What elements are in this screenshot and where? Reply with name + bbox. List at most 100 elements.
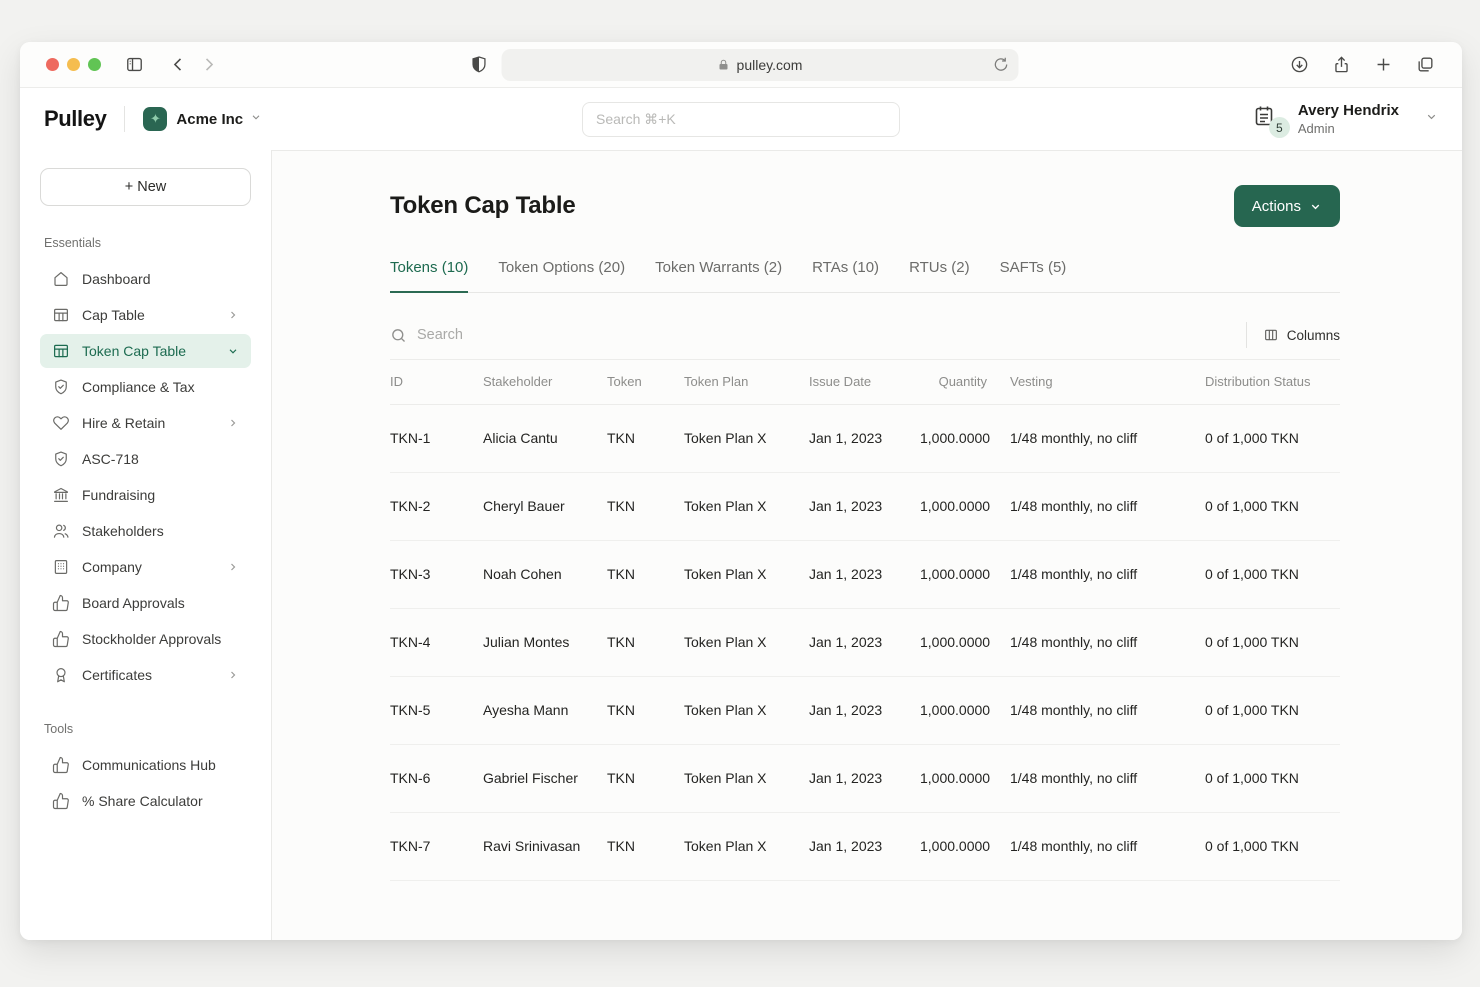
columns-icon xyxy=(1263,327,1279,343)
cell-distribution-status: 0 of 1,000 TKN xyxy=(1205,472,1340,540)
cell-quantity: 1,000.0000 xyxy=(920,744,1010,812)
tab-safts-5[interactable]: SAFTs (5) xyxy=(1000,259,1067,292)
tab-token-options-20[interactable]: Token Options (20) xyxy=(498,259,625,292)
sidebar-item-label: Board Approvals xyxy=(82,595,239,611)
cell-vesting: 1/48 monthly, no cliff xyxy=(1010,676,1205,744)
lock-icon xyxy=(718,58,730,72)
sidebar-item-certificates[interactable]: Certificates xyxy=(40,658,251,692)
sidebar-item-company[interactable]: Company xyxy=(40,550,251,584)
award-icon xyxy=(52,666,70,684)
column-header-token-plan: Token Plan xyxy=(684,360,809,404)
table-icon xyxy=(52,306,70,324)
sidebar-item-dashboard[interactable]: Dashboard xyxy=(40,262,251,296)
chevron-down-icon xyxy=(250,110,262,128)
cell-id: TKN-5 xyxy=(390,676,483,744)
back-button[interactable] xyxy=(163,50,193,80)
minimize-window-button[interactable] xyxy=(67,58,80,71)
chevron-right-icon xyxy=(227,561,239,573)
share-icon[interactable] xyxy=(1326,50,1356,80)
cell-issue-date: Jan 1, 2023 xyxy=(809,676,920,744)
sidebar-item-stakeholders[interactable]: Stakeholders xyxy=(40,514,251,548)
sidebar-item-compliance-tax[interactable]: Compliance & Tax xyxy=(40,370,251,404)
new-tab-icon[interactable] xyxy=(1368,50,1398,80)
table-row[interactable]: TKN-1Alicia CantuTKNToken Plan XJan 1, 2… xyxy=(390,404,1340,472)
close-window-button[interactable] xyxy=(46,58,59,71)
tab-rtas-10[interactable]: RTAs (10) xyxy=(812,259,879,292)
token-table: IDStakeholderTokenToken PlanIssue DateQu… xyxy=(390,360,1340,881)
sidebar-item-communications-hub[interactable]: Communications Hub xyxy=(40,748,251,782)
cell-stakeholder: Gabriel Fischer xyxy=(483,744,607,812)
cell-issue-date: Jan 1, 2023 xyxy=(809,540,920,608)
cell-stakeholder: Ayesha Mann xyxy=(483,676,607,744)
privacy-shield-icon[interactable] xyxy=(464,50,494,80)
cell-token-plan: Token Plan X xyxy=(684,676,809,744)
sidebar-item-label: % Share Calculator xyxy=(82,793,239,809)
sidebar-item-hire-retain[interactable]: Hire & Retain xyxy=(40,406,251,440)
table-row[interactable]: TKN-7Ravi SrinivasanTKNToken Plan XJan 1… xyxy=(390,812,1340,880)
url-text: pulley.com xyxy=(737,57,803,73)
cell-token: TKN xyxy=(607,812,684,880)
cell-issue-date: Jan 1, 2023 xyxy=(809,472,920,540)
traffic-lights xyxy=(46,58,101,71)
sidebar-item-cap-table[interactable]: Cap Table xyxy=(40,298,251,332)
bank-icon xyxy=(52,486,70,504)
cell-vesting: 1/48 monthly, no cliff xyxy=(1010,812,1205,880)
cell-stakeholder: Julian Montes xyxy=(483,608,607,676)
tab-token-warrants-2[interactable]: Token Warrants (2) xyxy=(655,259,782,292)
org-switcher[interactable]: ✦ Acme Inc xyxy=(143,107,262,131)
sidebar-toggle-icon[interactable] xyxy=(119,50,149,80)
user-menu[interactable]: Avery Hendrix Admin xyxy=(1298,102,1438,136)
tab-bar: Tokens (10) Token Options (20) Token Warra… xyxy=(390,259,1340,293)
table-row[interactable]: TKN-5Ayesha MannTKNToken Plan XJan 1, 20… xyxy=(390,676,1340,744)
sidebar-item-share-calculator[interactable]: % Share Calculator xyxy=(40,784,251,818)
cell-quantity: 1,000.0000 xyxy=(920,812,1010,880)
downloads-icon[interactable] xyxy=(1284,50,1314,80)
sidebar-item-stockholder-approvals[interactable]: Stockholder Approvals xyxy=(40,622,251,656)
table-row[interactable]: TKN-2Cheryl BauerTKNToken Plan XJan 1, 2… xyxy=(390,472,1340,540)
actions-button[interactable]: Actions xyxy=(1234,185,1340,227)
table-search-input[interactable] xyxy=(417,327,1246,343)
sidebar-section-label: Essentials xyxy=(44,236,247,250)
cell-stakeholder: Ravi Srinivasan xyxy=(483,812,607,880)
table-row[interactable]: TKN-3Noah CohenTKNToken Plan XJan 1, 202… xyxy=(390,540,1340,608)
table-row[interactable]: TKN-4Julian MontesTKNToken Plan XJan 1, … xyxy=(390,608,1340,676)
global-search-input[interactable] xyxy=(582,102,900,137)
cell-issue-date: Jan 1, 2023 xyxy=(809,812,920,880)
cell-vesting: 1/48 monthly, no cliff xyxy=(1010,472,1205,540)
table-row[interactable]: TKN-6Gabriel FischerTKNToken Plan XJan 1… xyxy=(390,744,1340,812)
cell-distribution-status: 0 of 1,000 TKN xyxy=(1205,608,1340,676)
notifications-button[interactable]: 5 xyxy=(1252,104,1282,134)
reload-icon[interactable] xyxy=(993,56,1010,76)
cell-id: TKN-7 xyxy=(390,812,483,880)
org-name: Acme Inc xyxy=(176,111,243,128)
zoom-window-button[interactable] xyxy=(88,58,101,71)
sidebar-item-label: Stakeholders xyxy=(82,523,239,539)
chevron-down-icon xyxy=(1425,110,1438,128)
forward-button[interactable] xyxy=(193,50,223,80)
sidebar-item-label: Token Cap Table xyxy=(82,343,227,359)
sidebar-item-fundraising[interactable]: Fundraising xyxy=(40,478,251,512)
sidebar-section-label: Tools xyxy=(44,722,247,736)
thumbs-up-icon xyxy=(52,756,70,774)
column-header-vesting: Vesting xyxy=(1010,360,1205,404)
cell-vesting: 1/48 monthly, no cliff xyxy=(1010,744,1205,812)
sidebar-item-asc-718[interactable]: ASC-718 xyxy=(40,442,251,476)
tab-rtus-2[interactable]: RTUs (2) xyxy=(909,259,970,292)
sidebar-item-board-approvals[interactable]: Board Approvals xyxy=(40,586,251,620)
cell-vesting: 1/48 monthly, no cliff xyxy=(1010,608,1205,676)
new-button[interactable]: + New xyxy=(40,168,251,206)
cell-id: TKN-3 xyxy=(390,540,483,608)
shield-check-icon xyxy=(52,450,70,468)
cell-stakeholder: Noah Cohen xyxy=(483,540,607,608)
cell-vesting: 1/48 monthly, no cliff xyxy=(1010,404,1205,472)
columns-button[interactable]: Columns xyxy=(1246,322,1340,348)
tab-overview-icon[interactable] xyxy=(1410,50,1440,80)
tab-tokens-10[interactable]: Tokens (10) xyxy=(390,259,468,293)
table-search[interactable] xyxy=(390,327,1246,344)
address-bar[interactable]: pulley.com xyxy=(502,49,1019,81)
notification-badge: 5 xyxy=(1269,117,1290,138)
heart-icon xyxy=(52,414,70,432)
sidebar-item-label: Communications Hub xyxy=(82,757,239,773)
column-header-stakeholder: Stakeholder xyxy=(483,360,607,404)
sidebar-item-token-cap-table[interactable]: Token Cap Table xyxy=(40,334,251,368)
